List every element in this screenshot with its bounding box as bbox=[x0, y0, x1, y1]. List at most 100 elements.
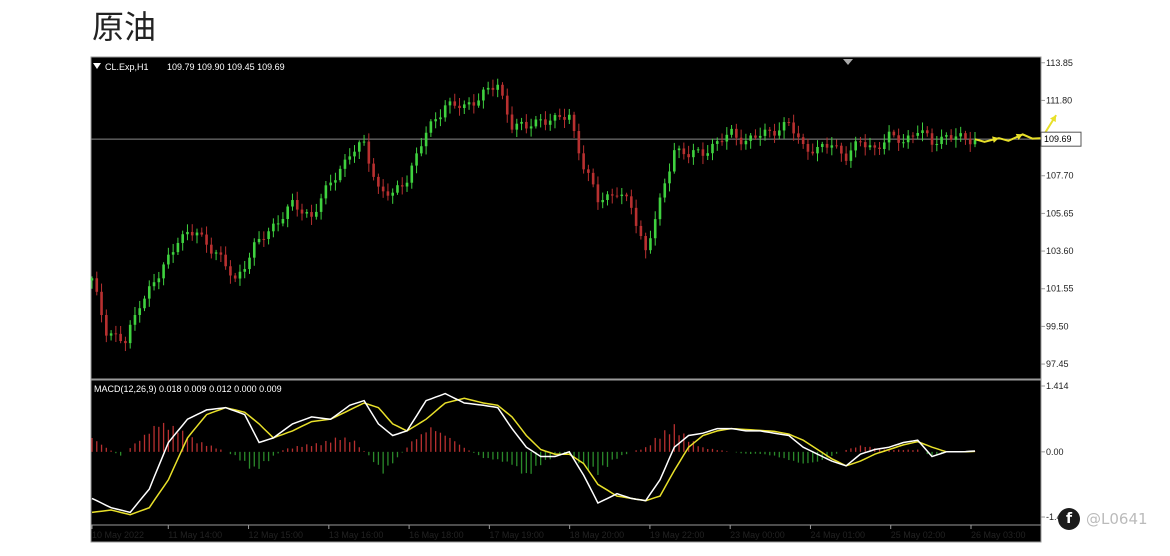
candle-body bbox=[420, 146, 423, 154]
candle-body bbox=[439, 117, 442, 120]
candle-body bbox=[754, 135, 757, 138]
candle-body bbox=[133, 314, 137, 325]
candle-body bbox=[587, 169, 590, 173]
candle-body bbox=[95, 278, 99, 292]
candle-body bbox=[782, 122, 786, 131]
macd-axis-ticks: 1.4140.00-1.4 bbox=[1041, 381, 1069, 522]
candle-body bbox=[849, 150, 853, 161]
time-tick-label: 18 May 20:00 bbox=[570, 530, 625, 540]
candle-body bbox=[229, 266, 232, 276]
candle-body bbox=[305, 212, 309, 214]
time-tick-label: 10 May 2022 bbox=[92, 530, 144, 540]
candle-body bbox=[668, 171, 671, 184]
candle-body bbox=[377, 176, 380, 187]
candle-body bbox=[859, 141, 862, 143]
price-axis-ticks: 113.85 111.80 107.70 105.65 103.60 101.55 99.5… bbox=[1041, 58, 1074, 369]
candle-body bbox=[291, 200, 294, 207]
time-tick-label: 13 May 16:00 bbox=[329, 530, 384, 540]
candle-body bbox=[801, 137, 805, 145]
candle-body bbox=[491, 87, 495, 90]
candle-body bbox=[210, 244, 213, 254]
price-tick-label: 105.65 bbox=[1046, 208, 1074, 218]
candle-body bbox=[830, 145, 834, 148]
candle-body bbox=[773, 130, 776, 136]
candle-body bbox=[405, 182, 409, 187]
candle-body bbox=[863, 142, 867, 148]
time-tick-label: 25 May 02:00 bbox=[891, 530, 946, 540]
candle-body bbox=[778, 130, 781, 136]
candle-body bbox=[190, 231, 194, 236]
candle-body bbox=[567, 114, 571, 120]
candle-body bbox=[348, 156, 352, 160]
candle-body bbox=[840, 145, 843, 154]
candle-body bbox=[730, 128, 733, 135]
candle-body bbox=[835, 145, 838, 147]
candle-body bbox=[462, 104, 466, 109]
candle-body bbox=[634, 207, 638, 226]
candle-body bbox=[744, 140, 748, 145]
watermark: f @L0641 bbox=[1058, 508, 1148, 530]
candle-body bbox=[725, 134, 729, 142]
price-tick-label: 97.45 bbox=[1046, 359, 1069, 369]
candle-body bbox=[353, 151, 356, 157]
candle-body bbox=[186, 231, 189, 235]
candle-body bbox=[262, 238, 266, 240]
facebook-icon: f bbox=[1058, 508, 1080, 530]
time-tick-label: 19 May 22:00 bbox=[650, 530, 705, 540]
candle-body bbox=[572, 114, 576, 132]
candle-body bbox=[563, 117, 566, 120]
symbol-label: CL.Exp,H1 bbox=[105, 62, 149, 72]
candle-body bbox=[315, 211, 318, 217]
price-tick-label: 103.60 bbox=[1046, 246, 1074, 256]
macd-tick-label: 1.414 bbox=[1046, 381, 1069, 391]
candle-body bbox=[673, 150, 676, 172]
chart-area[interactable]: CL.Exp,H1 109.79 109.90 109.45 109.69 MA… bbox=[0, 0, 1170, 556]
candle-body bbox=[286, 206, 289, 219]
candle-body bbox=[878, 147, 881, 149]
candle-body bbox=[658, 197, 662, 220]
candle-body bbox=[677, 148, 681, 151]
price-tick-label: 113.85 bbox=[1046, 58, 1073, 68]
candle-body bbox=[596, 184, 600, 203]
candle-body bbox=[906, 135, 910, 143]
candle-body bbox=[357, 142, 361, 152]
candle-body bbox=[610, 194, 614, 196]
candle-body bbox=[601, 199, 605, 203]
candle-body bbox=[443, 105, 447, 118]
candle-body bbox=[372, 163, 375, 177]
candle-body bbox=[171, 252, 175, 255]
candle-body bbox=[925, 130, 929, 134]
candle-body bbox=[157, 278, 161, 283]
candle-body bbox=[362, 141, 366, 143]
candle-body bbox=[482, 89, 485, 101]
candle-body bbox=[921, 130, 924, 134]
candle-body bbox=[195, 232, 199, 236]
candle-body bbox=[429, 121, 433, 133]
candle-body bbox=[916, 133, 920, 136]
candle-body bbox=[591, 172, 595, 185]
candle-body bbox=[820, 143, 824, 147]
candle-body bbox=[90, 278, 94, 281]
candle-body bbox=[959, 133, 962, 137]
candle-body bbox=[639, 225, 643, 236]
candle-body bbox=[687, 154, 690, 158]
candle-body bbox=[682, 148, 686, 155]
candle-body bbox=[558, 115, 562, 118]
candle-body bbox=[887, 131, 891, 143]
candle-body bbox=[310, 212, 313, 217]
candle-body bbox=[792, 122, 795, 134]
candle-body bbox=[539, 119, 542, 121]
candle-body bbox=[486, 87, 490, 90]
candle-body bbox=[109, 333, 113, 336]
candle-body bbox=[334, 180, 337, 183]
candle-body bbox=[424, 132, 428, 147]
candle-body bbox=[501, 84, 504, 96]
candle-body bbox=[453, 101, 457, 106]
candle-body bbox=[763, 129, 767, 136]
candle-body bbox=[386, 191, 390, 196]
time-tick-label: 11 May 14:00 bbox=[168, 530, 222, 540]
candle-body bbox=[582, 153, 585, 170]
candle-body bbox=[973, 140, 977, 145]
time-tick-label: 12 May 15:00 bbox=[249, 530, 304, 540]
candle-body bbox=[138, 308, 142, 315]
